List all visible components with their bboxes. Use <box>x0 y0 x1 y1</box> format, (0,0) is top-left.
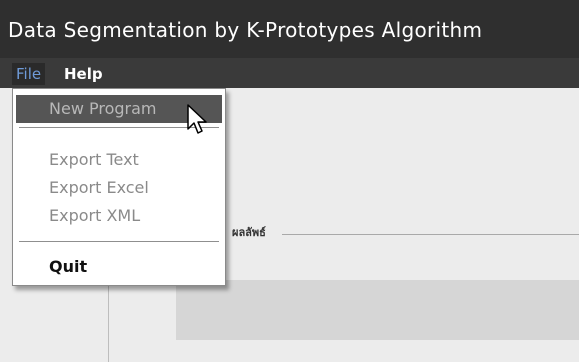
menu-separator <box>19 241 219 242</box>
results-panel <box>176 280 579 340</box>
menu-item-export-excel[interactable]: Export Excel <box>13 174 225 202</box>
title-bar: Data Segmentation by K-Prototypes Algori… <box>0 0 579 58</box>
group-divider <box>282 234 579 235</box>
menu-file[interactable]: File <box>12 63 46 85</box>
menu-item-export-xml[interactable]: Export XML <box>13 202 225 230</box>
arrow-cursor-icon <box>187 104 207 134</box>
group-label: ผลลัพธ์ <box>232 226 266 239</box>
menu-item-export-text[interactable]: Export Text <box>13 146 225 174</box>
window-title: Data Segmentation by K-Prototypes Algori… <box>8 18 483 42</box>
menu-item-quit[interactable]: Quit <box>13 253 225 281</box>
menu-help[interactable]: Help <box>60 63 107 85</box>
menu-bar: File Help <box>0 58 579 88</box>
